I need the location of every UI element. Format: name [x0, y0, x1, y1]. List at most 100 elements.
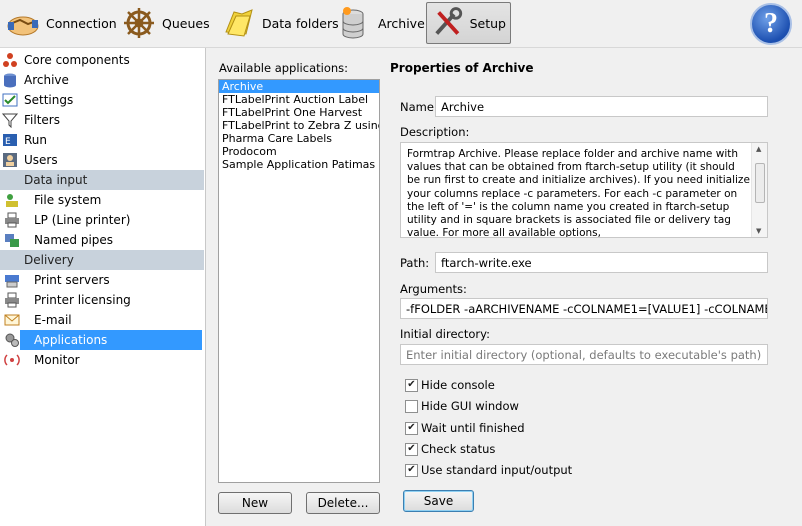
checkbox-label: Hide console [421, 378, 495, 392]
checkbox-box[interactable]: ✔ [405, 442, 418, 456]
checkbox-box[interactable]: ✔ [405, 463, 418, 477]
sidebar-item-label: LP (Line printer) [34, 213, 131, 227]
list-item[interactable]: FTLabelPrint One Harvest [219, 106, 379, 119]
description-textarea[interactable]: Formtrap Archive. Please replace folder … [400, 142, 768, 238]
checkbox-box[interactable] [405, 399, 418, 413]
initial-directory-label: Initial directory: [400, 327, 490, 341]
help-icon: ? [764, 8, 778, 39]
properties-title: Properties of Archive [390, 61, 534, 75]
checkbox-label: Check status [421, 442, 496, 456]
sidebar: Core components Archive Settings Filters… [0, 48, 206, 526]
sidebar-item-label: Applications [32, 332, 110, 348]
database-icon [4, 73, 16, 88]
applications-list[interactable]: Archive FTLabelPrint Auction Label FTLabel… [218, 79, 380, 483]
scrollbar-thumb[interactable] [755, 163, 765, 203]
list-item[interactable]: Archive [219, 80, 379, 93]
list-item[interactable]: FTLabelPrint Auction Label [219, 93, 379, 106]
print-server-icon [5, 275, 19, 288]
checkbox-label: Hide GUI window [421, 399, 519, 413]
sidebar-item-filters[interactable]: Filters [0, 110, 202, 130]
folder-icon [225, 9, 253, 37]
sidebar-item-label: Printer licensing [34, 293, 131, 307]
sidebar-item-e-mail[interactable]: E-mail [0, 310, 202, 330]
sidebar-item-users[interactable]: Users [0, 150, 202, 170]
users-icon [3, 153, 17, 167]
help-button[interactable]: ? [750, 3, 792, 45]
toolbar-connection-label: Connection [46, 15, 117, 31]
list-item[interactable]: Prodocom [219, 145, 379, 158]
run-icon: E [3, 134, 17, 147]
use-standard-io-checkbox[interactable]: ✔ Use standard input/output [405, 462, 572, 478]
sidebar-item-label: Archive [24, 73, 69, 87]
arguments-label: Arguments: [400, 282, 467, 296]
sidebar-item-label: E-mail [34, 313, 72, 327]
settings-checklist-icon [2, 93, 18, 107]
hide-console-checkbox[interactable]: ✔ Hide console [405, 377, 495, 393]
scroll-down-icon[interactable]: ▼ [756, 227, 761, 235]
envelope-icon [4, 314, 20, 326]
toolbar-queues-button[interactable]: Queues [118, 2, 214, 44]
description-label: Description: [400, 125, 470, 139]
sidebar-item-label: Monitor [34, 353, 80, 367]
database-icon [342, 7, 364, 39]
funnel-icon [2, 113, 18, 128]
sidebar-item-file-system[interactable]: File system [0, 190, 202, 210]
list-item[interactable]: FTLabelPrint to Zebra Z using SS( [219, 119, 379, 132]
svg-text:E: E [5, 137, 11, 147]
gears-icon [5, 333, 19, 347]
toolbar-archive-label: Archive [378, 15, 425, 31]
save-button[interactable]: Save [403, 490, 474, 512]
sidebar-item-settings[interactable]: Settings [0, 90, 202, 110]
sidebar-item-label: File system [34, 193, 102, 207]
section-header-data-input: Data input [0, 170, 204, 190]
available-applications-label: Available applications: [219, 61, 349, 75]
checkbox-label: Use standard input/output [421, 463, 573, 477]
sidebar-item-label: Print servers [34, 273, 110, 287]
sidebar-item-core-components[interactable]: Core components [0, 50, 202, 70]
list-item[interactable]: Pharma Care Labels [219, 132, 379, 145]
new-application-button[interactable]: New [218, 492, 292, 514]
toolbar-setup-button[interactable]: Setup [426, 2, 511, 44]
sidebar-item-label: Users [24, 153, 58, 167]
ship-wheel-icon [124, 8, 154, 38]
antenna-icon [4, 354, 20, 366]
description-scrollbar[interactable]: ▲ ▼ [751, 143, 767, 237]
check-status-checkbox[interactable]: ✔ Check status [405, 441, 495, 457]
toolbar-queues-label: Queues [162, 15, 210, 31]
printer-icon [5, 292, 19, 308]
list-item[interactable]: Sample Application Patimas [219, 158, 379, 171]
sidebar-item-monitor[interactable]: Monitor [0, 350, 202, 370]
arguments-field[interactable]: -fFOLDER -aARCHIVENAME -cCOLNAME1=[VALUE… [400, 298, 768, 319]
printer-icon [5, 212, 19, 228]
sidebar-item-printer-licensing[interactable]: Printer licensing [0, 290, 202, 310]
sidebar-item-run[interactable]: E Run [0, 130, 202, 150]
sidebar-item-named-pipes[interactable]: Named pipes [0, 230, 202, 250]
scroll-up-icon[interactable]: ▲ [756, 145, 761, 153]
delete-application-button[interactable]: Delete... [306, 492, 380, 514]
sidebar-item-lp-line-printer[interactable]: LP (Line printer) [0, 210, 202, 230]
sidebar-item-print-servers[interactable]: Print servers [0, 270, 202, 290]
sidebar-item-label: Named pipes [34, 233, 114, 247]
sidebar-item-label: Run [24, 133, 48, 147]
name-field[interactable]: Archive [435, 96, 768, 117]
wait-until-finished-checkbox[interactable]: ✔ Wait until finished [405, 420, 525, 436]
pipes-icon [5, 234, 19, 247]
toolbar-connection-button[interactable]: Connection [2, 2, 121, 44]
description-text: Formtrap Archive. Please replace folder … [407, 148, 750, 238]
checkbox-box[interactable]: ✔ [405, 378, 418, 392]
sidebar-item-applications[interactable]: Applications [0, 330, 202, 350]
hide-gui-window-checkbox[interactable]: Hide GUI window [405, 398, 519, 414]
initial-directory-field[interactable]: Enter initial directory (optional, defau… [400, 344, 768, 365]
name-label: Name: [400, 100, 438, 114]
toolbar-archive-button[interactable]: Archive [334, 2, 429, 44]
path-field[interactable]: ftarch-write.exe [435, 252, 768, 273]
sidebar-item-label: Core components [24, 53, 130, 67]
sidebar-item-archive[interactable]: Archive [0, 70, 202, 90]
sidebar-item-label: Settings [24, 93, 74, 107]
components-icon [3, 53, 17, 67]
tools-icon [435, 7, 463, 35]
toolbar-data-folders-button[interactable]: Data folders [218, 2, 343, 44]
sidebar-item-label: Filters [24, 113, 60, 127]
section-header-delivery: Delivery [0, 250, 204, 270]
checkbox-box[interactable]: ✔ [405, 421, 418, 435]
